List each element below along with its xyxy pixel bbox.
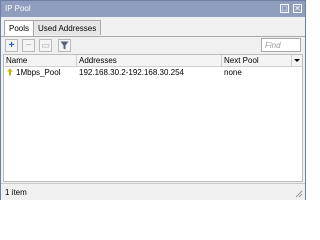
- column-next-pool[interactable]: Next Pool: [222, 55, 292, 66]
- dropdown-arrow-icon: [294, 59, 300, 62]
- funnel-icon: [60, 41, 69, 50]
- copy-button[interactable]: ▭: [39, 39, 52, 52]
- table-header: Name Addresses Next Pool: [4, 55, 302, 67]
- pool-icon: [7, 68, 13, 76]
- ip-pool-window: IP Pool □ ✕ Pools Used Addresses + − ▭ N…: [0, 0, 306, 200]
- pools-table: Name Addresses Next Pool 1Mbps_Pool 192.…: [3, 54, 303, 182]
- status-bar: 1 item: [1, 183, 305, 200]
- tab-pools[interactable]: Pools: [4, 20, 35, 36]
- column-name[interactable]: Name: [4, 55, 77, 66]
- restore-button[interactable]: □: [280, 4, 289, 13]
- add-button[interactable]: +: [5, 39, 18, 52]
- table-row[interactable]: 1Mbps_Pool 192.168.30.2-192.168.30.254 n…: [4, 67, 302, 78]
- remove-button[interactable]: −: [22, 39, 35, 52]
- column-addresses[interactable]: Addresses: [77, 55, 222, 66]
- filter-button[interactable]: [58, 39, 71, 52]
- cell-next-pool: none: [224, 68, 242, 77]
- plus-icon: +: [8, 40, 15, 51]
- copy-icon: ▭: [41, 40, 50, 50]
- window-title: IP Pool: [5, 4, 31, 13]
- minus-icon: −: [25, 40, 32, 51]
- toolbar: + − ▭: [1, 37, 305, 54]
- cell-addresses: 192.168.30.2-192.168.30.254: [79, 68, 184, 77]
- close-button[interactable]: ✕: [293, 4, 302, 13]
- title-bar[interactable]: IP Pool □ ✕: [1, 1, 305, 17]
- tab-used-addresses[interactable]: Used Addresses: [33, 20, 102, 35]
- column-chooser-button[interactable]: [292, 55, 302, 66]
- pool-name: 1Mbps_Pool: [16, 68, 61, 77]
- item-count: 1 item: [5, 188, 27, 197]
- cell-name: 1Mbps_Pool: [4, 67, 77, 79]
- resize-grip-icon[interactable]: [295, 190, 303, 198]
- find-input[interactable]: [261, 38, 301, 52]
